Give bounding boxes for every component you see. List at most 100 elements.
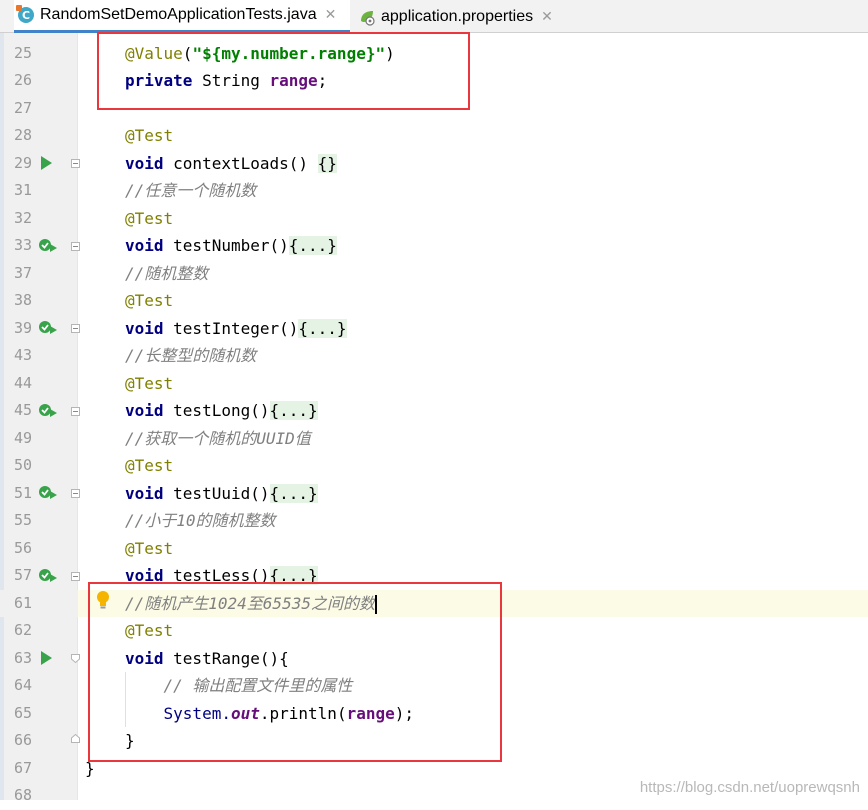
line-number: 43 (13, 346, 32, 364)
watermark: https://blog.csdn.net/uoprewqsnh (639, 779, 860, 796)
code-token: testUuid() (163, 483, 270, 503)
line-number: 45 (13, 401, 32, 419)
line-number: 64 (13, 676, 32, 694)
tab-label: RandomSetDemoApplicationTests.java (40, 6, 317, 23)
code-text: //获取一个随机的UUID值 (125, 425, 311, 453)
line-number: 39 (13, 318, 32, 337)
code-token: @Test (125, 538, 174, 558)
close-icon[interactable]: ✕ (325, 7, 337, 23)
code-line[interactable]: 45 void testLong(){...} (0, 397, 868, 425)
code-text: @Test (125, 122, 173, 150)
code-text: void testNumber(){...} (125, 232, 337, 260)
fold-icon[interactable] (71, 489, 80, 498)
code-token: void (125, 318, 164, 338)
run-test-icon[interactable] (41, 651, 52, 665)
code-token: @Test (125, 456, 174, 475)
line-number: 25 (13, 43, 32, 62)
line-number: 26 (13, 71, 32, 89)
code-token: @Test (125, 208, 174, 228)
line-number: 62 (13, 621, 32, 639)
code-token: {...} (269, 483, 318, 503)
line-number: 61 (13, 593, 32, 612)
code-line[interactable]: 39 void testInteger(){...} (0, 315, 868, 343)
code-text: //长整型的随机数 (125, 342, 256, 370)
code-token: testLong() (163, 401, 270, 420)
code-token: @Test (125, 373, 174, 393)
code-token: testInteger() (163, 318, 299, 338)
code-token: void (125, 153, 164, 173)
code-line[interactable]: 56 @Test (0, 535, 868, 563)
code-line[interactable]: 32 @Test (0, 205, 868, 233)
run-test-passed-icon[interactable] (38, 568, 58, 584)
tab-label: application.properties (381, 7, 534, 25)
run-test-passed-icon[interactable] (38, 320, 58, 336)
code-text: void testUuid(){...} (125, 480, 318, 508)
code-token: {...} (269, 401, 318, 420)
line-number: 51 (13, 483, 32, 502)
line-number: 28 (13, 126, 32, 144)
code-text: void contextLoads() {} (125, 150, 337, 178)
line-number: 57 (13, 566, 32, 584)
fold-icon[interactable] (71, 324, 80, 333)
highlight-box-test-range (88, 582, 502, 762)
line-number: 49 (13, 428, 32, 447)
line-number: 31 (13, 181, 32, 199)
editor-tab-bar: C RandomSetDemoApplicationTests.java ✕ a… (0, 0, 868, 33)
tab-random-set-demo-tests[interactable]: C RandomSetDemoApplicationTests.java ✕ (14, 0, 350, 33)
code-token: //随机整数 (125, 263, 209, 283)
code-token: void (125, 401, 164, 420)
code-line[interactable]: 28 @Test (0, 122, 868, 150)
line-number: 37 (13, 263, 32, 282)
line-number: 33 (13, 236, 32, 254)
run-test-icon[interactable] (41, 156, 52, 170)
code-text: @Test (125, 370, 173, 398)
tab-application-properties[interactable]: application.properties ✕ (358, 0, 568, 33)
code-text: //随机整数 (125, 260, 208, 288)
code-line[interactable]: 55 //小于10的随机整数 (0, 507, 868, 535)
code-line[interactable]: 37 //随机整数 (0, 260, 868, 288)
spring-properties-icon (361, 10, 375, 26)
code-token: //任意一个随机数 (125, 181, 257, 200)
code-line[interactable]: 51 void testUuid(){...} (0, 480, 868, 508)
code-text: void testLong(){...} (125, 397, 318, 425)
code-text: //小于10的随机整数 (125, 507, 276, 535)
code-token: {...} (298, 318, 347, 338)
code-token: @Test (125, 126, 174, 145)
code-text: @Test (125, 287, 173, 315)
code-line[interactable]: 50 @Test (0, 452, 868, 480)
code-text: void testInteger(){...} (125, 315, 347, 343)
line-number: 38 (13, 291, 32, 309)
fold-icon[interactable] (71, 572, 80, 581)
code-line[interactable]: 38 @Test (0, 287, 868, 315)
run-test-passed-icon[interactable] (38, 238, 58, 254)
fold-icon[interactable] (71, 407, 80, 416)
code-line[interactable]: 49 //获取一个随机的UUID值 (0, 425, 868, 453)
line-number: 44 (13, 373, 32, 392)
code-token: testNumber() (163, 236, 289, 255)
code-line[interactable]: 44 @Test (0, 370, 868, 398)
fold-end-icon[interactable] (71, 734, 80, 743)
run-test-passed-icon[interactable] (38, 485, 58, 501)
code-line[interactable]: 43 //长整型的随机数 (0, 342, 868, 370)
code-token: //小于10的随机整数 (125, 511, 276, 530)
line-number: 55 (13, 511, 32, 529)
code-token: {} (317, 153, 337, 173)
line-number: 32 (13, 208, 32, 227)
code-line[interactable]: 29 void contextLoads() {} (0, 150, 868, 178)
code-token: void (125, 236, 164, 255)
line-number: 50 (13, 456, 32, 474)
fold-icon[interactable] (71, 242, 80, 251)
line-number: 68 (13, 786, 32, 804)
java-class-icon: C (16, 5, 34, 23)
code-line[interactable]: 33 void testNumber(){...} (0, 232, 868, 260)
code-token: @Test (125, 291, 174, 310)
close-icon[interactable]: ✕ (541, 9, 553, 25)
code-text: //任意一个随机数 (125, 177, 256, 205)
line-number: 66 (13, 731, 32, 749)
highlight-box-value-field (97, 32, 470, 110)
line-number: 65 (13, 703, 32, 722)
run-test-passed-icon[interactable] (38, 403, 58, 419)
fold-start-icon[interactable] (71, 654, 80, 663)
fold-icon[interactable] (71, 159, 80, 168)
code-line[interactable]: 31 //任意一个随机数 (0, 177, 868, 205)
